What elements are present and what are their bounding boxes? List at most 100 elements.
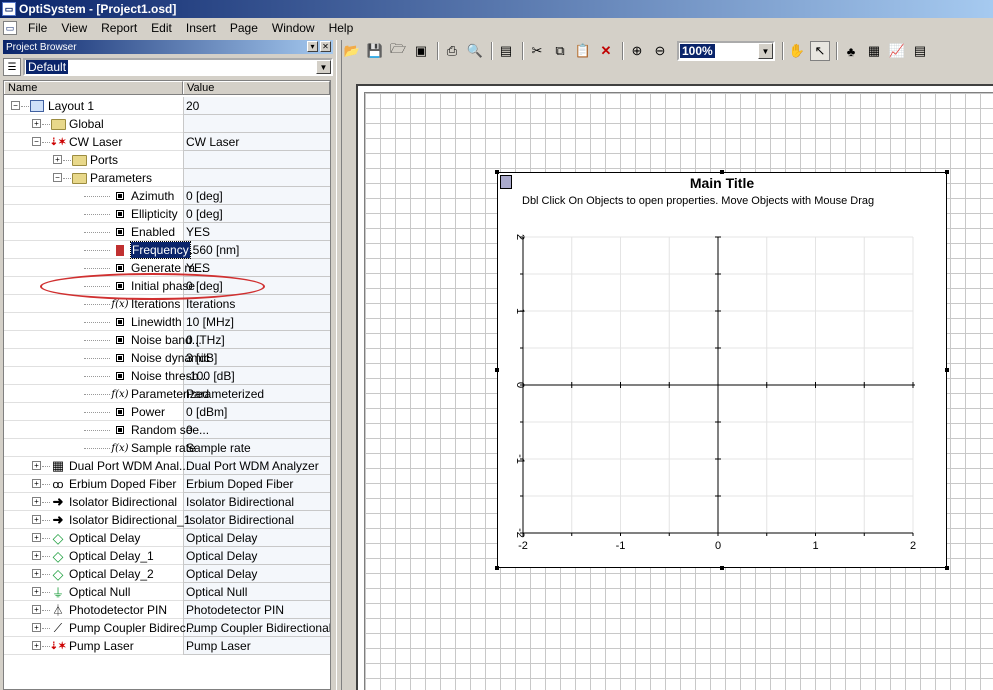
collapse-icon[interactable]: − (11, 101, 20, 110)
tree-row-label[interactable]: Initial phase (131, 278, 195, 294)
tree-row-label[interactable]: Optical Delay (69, 530, 140, 546)
tree-row[interactable]: + ➜ Isolator Bidirectional_1 Isolator Bidir… (4, 511, 330, 529)
expand-icon[interactable]: + (32, 641, 41, 650)
layout-list-icon[interactable]: ☰ (3, 58, 21, 76)
tree-row-name-cell[interactable]: f(x) Sample rate (4, 439, 196, 457)
tree-row-label[interactable]: Power (131, 404, 165, 420)
tree-row-label[interactable]: Azimuth (131, 188, 174, 204)
tree-row-name-cell[interactable]: Power (4, 403, 183, 421)
tree-row-label[interactable]: Photodetector PIN (69, 602, 167, 618)
tree-row-label[interactable]: Erbium Doped Fiber (69, 476, 176, 492)
tree-row[interactable]: Noise thresh... -100 [dB] (4, 367, 330, 385)
save-all-icon[interactable]: ▣ (411, 41, 431, 61)
expand-icon[interactable]: + (32, 119, 41, 128)
tree-row[interactable]: Enabled YES (4, 223, 330, 241)
tree-row[interactable]: + ⏃ Photodetector PIN Photodetector PIN (4, 601, 330, 619)
tree-row-label[interactable]: Optical Delay_1 (69, 548, 154, 564)
tree-row-label[interactable]: Ports (90, 152, 118, 168)
menu-help[interactable]: Help (322, 21, 361, 35)
collapse-icon[interactable]: − (32, 137, 41, 146)
open-folder-icon[interactable]: 📂 (342, 41, 362, 61)
column-header-value[interactable]: Value (183, 81, 330, 94)
save-as-icon[interactable]: 🗁 (388, 41, 408, 61)
tree-row[interactable]: − ⇣✶ CW Laser CW Laser (4, 133, 330, 151)
tree-row-value[interactable]: 1560 [nm] (183, 241, 330, 259)
tree-row-name-cell[interactable]: + ⟋ Pump Coupler Bidirec... (4, 619, 196, 637)
tree-row-label[interactable]: Global (69, 116, 104, 132)
menu-page[interactable]: Page (223, 21, 265, 35)
tree-row-name-cell[interactable]: − Parameters (4, 169, 183, 187)
tree-row-label[interactable]: Isolator Bidirectional (69, 494, 177, 510)
tree-row-label[interactable]: Random see... (131, 422, 209, 438)
close-icon[interactable]: ✕ (320, 41, 331, 52)
print-icon[interactable]: ⎙ (442, 41, 462, 61)
tree-row-value[interactable]: 0 [deg] (183, 277, 330, 295)
tree-row-name-cell[interactable]: Initial phase (4, 277, 195, 295)
tree-row-label[interactable]: Layout 1 (48, 98, 94, 114)
copy-icon[interactable]: ⧉ (550, 41, 570, 61)
expand-icon[interactable]: + (32, 461, 41, 470)
tree-row-value[interactable]: Optical Delay (183, 547, 330, 565)
tree-row[interactable]: f(x) Iterations Iterations (4, 295, 330, 313)
tree-row-name-cell[interactable]: Frequency (4, 241, 191, 259)
component-library-icon[interactable]: ♣ (841, 41, 861, 61)
tree-row[interactable]: Frequency 1560 [nm] (4, 241, 330, 259)
tree-row-value[interactable]: Dual Port WDM Analyzer (183, 457, 330, 475)
tree-row-label[interactable]: Noise dynamic (131, 350, 210, 366)
tree-row[interactable]: + ⏚ Optical Null Optical Null (4, 583, 330, 601)
save-icon[interactable]: 💾 (365, 41, 385, 61)
menu-edit[interactable]: Edit (144, 21, 179, 35)
tree-row[interactable]: + ◇ Optical Delay_2 Optical Delay (4, 565, 330, 583)
tree-row-name-cell[interactable]: f(x) Parameterized (4, 385, 209, 403)
chevron-down-icon[interactable]: ▼ (758, 43, 773, 59)
tree-row-value[interactable]: YES (183, 259, 330, 277)
tree-row[interactable]: + ⇣✶ Pump Laser Pump Laser (4, 637, 330, 655)
tree-row-value[interactable]: Pump Laser (183, 637, 330, 655)
tree-row-name-cell[interactable]: + ◇ Optical Delay (4, 529, 183, 547)
tree-row-label[interactable]: Iterations (131, 296, 180, 312)
tree-row-label[interactable]: Noise thresh... (131, 368, 208, 384)
menu-view[interactable]: View (54, 21, 94, 35)
tree-row-name-cell[interactable]: Ellipticity (4, 205, 183, 223)
chevron-down-icon[interactable]: ▼ (316, 60, 331, 74)
tree-row[interactable]: Noise dynamic 3 [dB] (4, 349, 330, 367)
zoom-in-icon[interactable]: ⊕ (627, 41, 647, 61)
tree-row-name-cell[interactable]: Random see... (4, 421, 209, 439)
menu-insert[interactable]: Insert (179, 21, 223, 35)
tree-row-name-cell[interactable]: + ⏚ Optical Null (4, 583, 183, 601)
tree-row-label[interactable]: Pump Laser (69, 638, 134, 654)
tree-row-label[interactable]: Dual Port WDM Anal... (69, 458, 189, 474)
expand-icon[interactable]: + (32, 605, 41, 614)
pin-icon[interactable]: ▾ (307, 41, 318, 52)
tree-row-name-cell[interactable]: + ⇣✶ Pump Laser (4, 637, 183, 655)
expand-icon[interactable]: + (32, 479, 41, 488)
menu-report[interactable]: Report (94, 21, 144, 35)
tree-row-value[interactable]: Optical Delay (183, 565, 330, 583)
expand-icon[interactable]: + (53, 155, 62, 164)
cut-icon[interactable]: ✂ (527, 41, 547, 61)
tree-row[interactable]: Ellipticity 0 [deg] (4, 205, 330, 223)
tree-row-value[interactable]: Isolator Bidirectional (183, 493, 330, 511)
tree-row-value[interactable]: CW Laser (183, 133, 330, 151)
tree-row-value[interactable]: 20 (183, 97, 330, 115)
tree-row-value[interactable]: Erbium Doped Fiber (183, 475, 330, 493)
tree-row-label[interactable]: Sample rate (131, 440, 196, 456)
tree-row[interactable]: Initial phase 0 [deg] (4, 277, 330, 295)
plot-area[interactable]: -2 -1 0 1 2 2 1 0 -1 -2 (498, 173, 948, 569)
tree-row-name-cell[interactable]: + ➜ Isolator Bidirectional_1 (4, 511, 190, 529)
layout-dropdown[interactable]: Default ▼ (23, 58, 333, 76)
tree-row-value[interactable]: 10 [MHz] (183, 313, 330, 331)
tree-row[interactable]: + Global (4, 115, 330, 133)
tree-row-label[interactable]: Optical Null (69, 584, 130, 600)
tree-row[interactable]: − Layout 1 20 (4, 97, 330, 115)
tree-row-label[interactable]: Linewidth (131, 314, 182, 330)
app-icon[interactable]: ▭ (2, 2, 16, 16)
graph-icon[interactable]: 📈 (887, 41, 907, 61)
expand-icon[interactable]: + (32, 497, 41, 506)
tree-row-value[interactable]: Isolator Bidirectional (183, 511, 330, 529)
tree-row-name-cell[interactable]: + ◇ Optical Delay_2 (4, 565, 183, 583)
panel-splitter[interactable] (336, 40, 342, 690)
pointer-icon[interactable]: ↖ (810, 41, 830, 61)
menu-window[interactable]: Window (265, 21, 322, 35)
tree-row-name-cell[interactable]: Noise dynamic (4, 349, 210, 367)
